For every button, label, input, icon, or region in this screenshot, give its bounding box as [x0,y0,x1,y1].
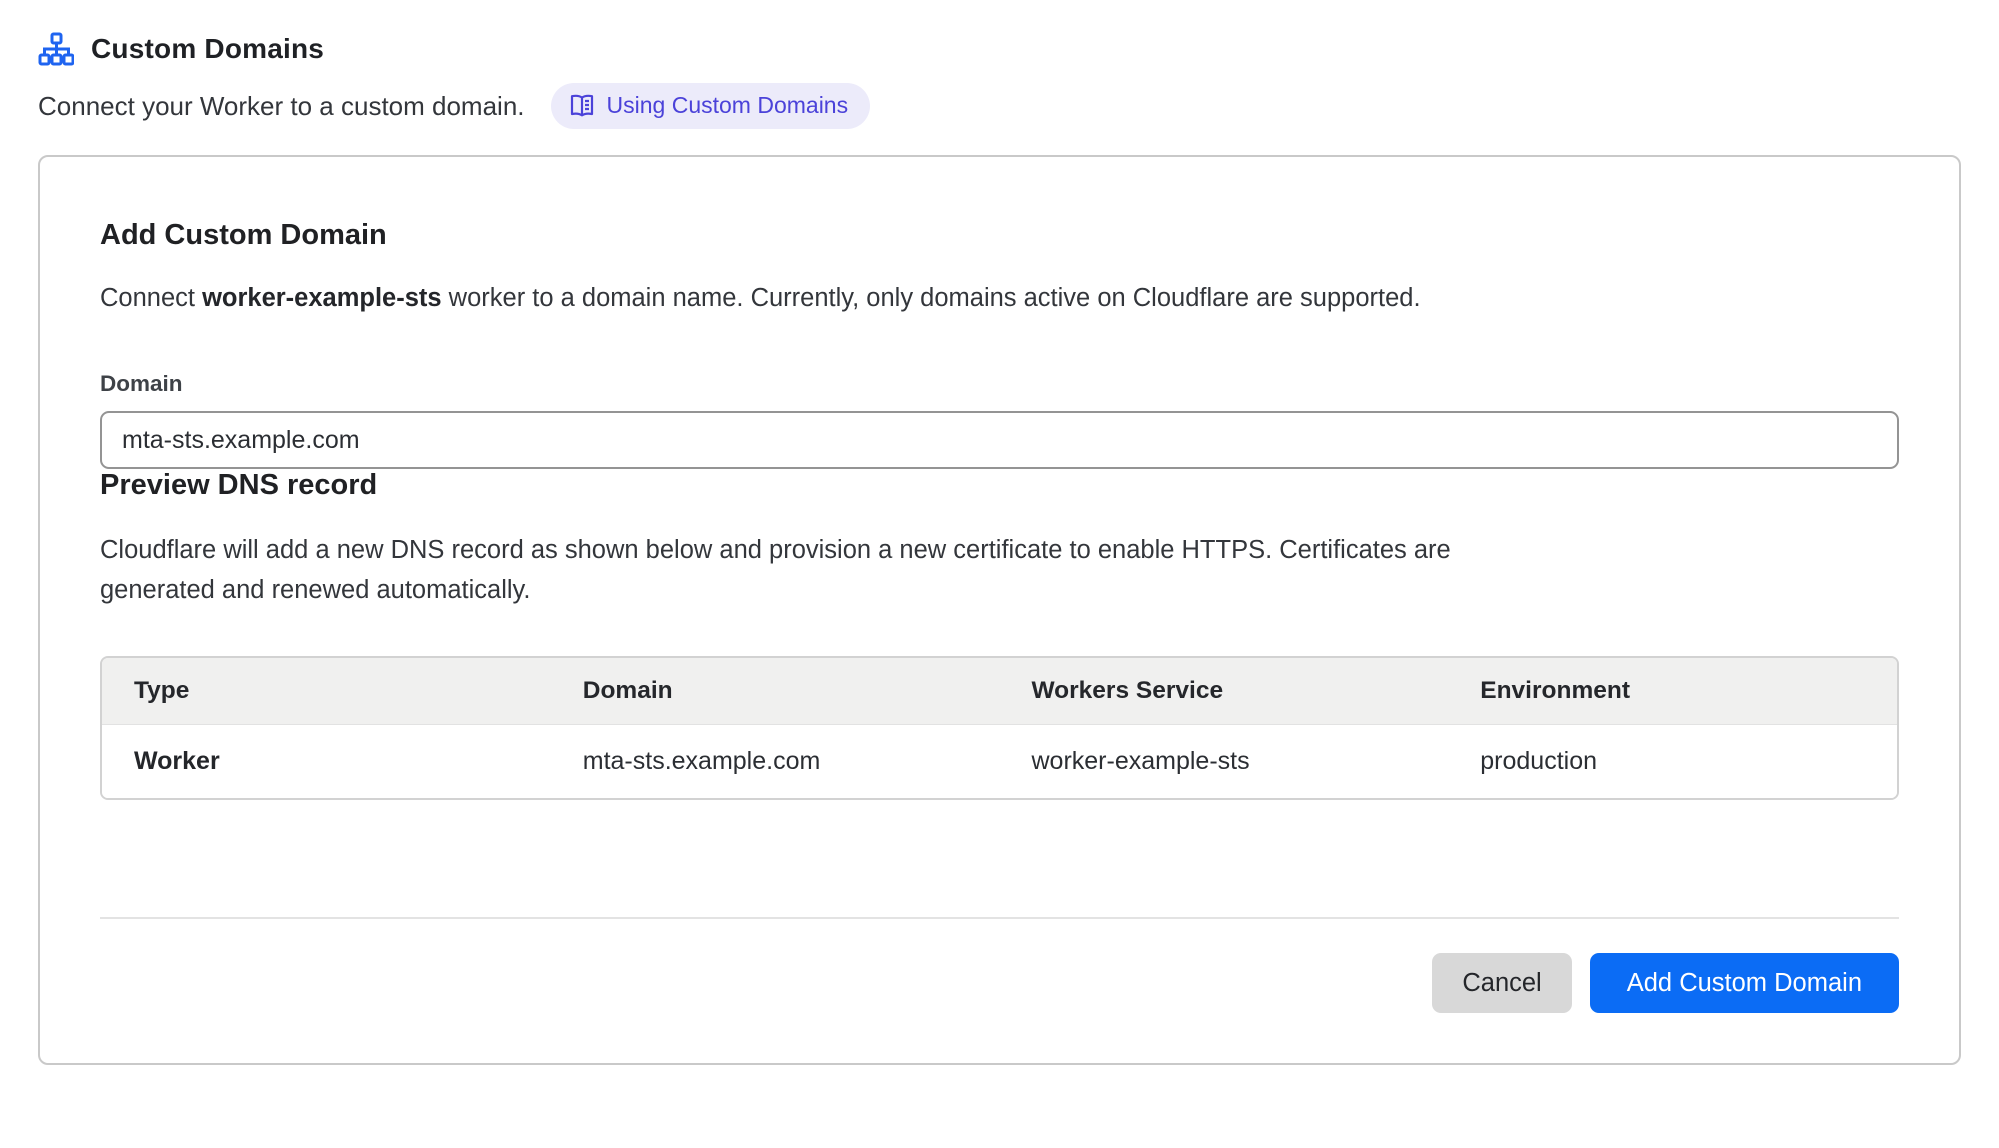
card-footer: Cancel Add Custom Domain [100,953,1899,1013]
worker-name: worker-example-sts [202,284,442,312]
dns-preview-table: Type Domain Workers Service Environment … [100,656,1899,800]
add-custom-domain-button[interactable]: Add Custom Domain [1590,953,1899,1013]
cell-workers-service: worker-example-sts [1000,724,1449,798]
table-row: Worker mta-sts.example.com worker-exampl… [102,724,1897,798]
page-title: Custom Domains [91,33,324,65]
sitemap-icon [38,32,74,66]
cell-type: Worker [102,724,551,798]
card-intro: Connect worker-example-sts worker to a d… [100,284,1899,313]
intro-suffix: worker to a domain name. Currently, only… [442,284,1421,312]
domain-field-label: Domain [100,371,1899,397]
page-subtitle-row: Connect your Worker to a custom domain. … [38,83,1961,129]
table-header-row: Type Domain Workers Service Environment [102,658,1897,724]
cell-environment: production [1448,724,1897,798]
page-subtitle: Connect your Worker to a custom domain. [38,91,525,122]
custom-domains-page: Custom Domains Connect your Worker to a … [0,0,1999,1065]
page-header: Custom Domains [38,32,1961,66]
intro-prefix: Connect [100,284,202,312]
column-header-workers-service: Workers Service [1000,658,1449,724]
cell-domain: mta-sts.example.com [551,724,1000,798]
docs-link[interactable]: Using Custom Domains [551,83,871,129]
column-header-environment: Environment [1448,658,1897,724]
column-header-domain: Domain [551,658,1000,724]
column-header-type: Type [102,658,551,724]
add-custom-domain-card: Add Custom Domain Connect worker-example… [38,155,1961,1065]
book-open-icon [569,93,595,119]
preview-dns-heading: Preview DNS record [100,469,1899,502]
cancel-button[interactable]: Cancel [1432,953,1571,1013]
footer-divider [100,917,1899,919]
domain-input[interactable] [100,411,1899,469]
docs-link-label: Using Custom Domains [607,92,849,119]
card-heading: Add Custom Domain [100,219,1899,252]
preview-dns-description: Cloudflare will add a new DNS record as … [100,530,1570,610]
